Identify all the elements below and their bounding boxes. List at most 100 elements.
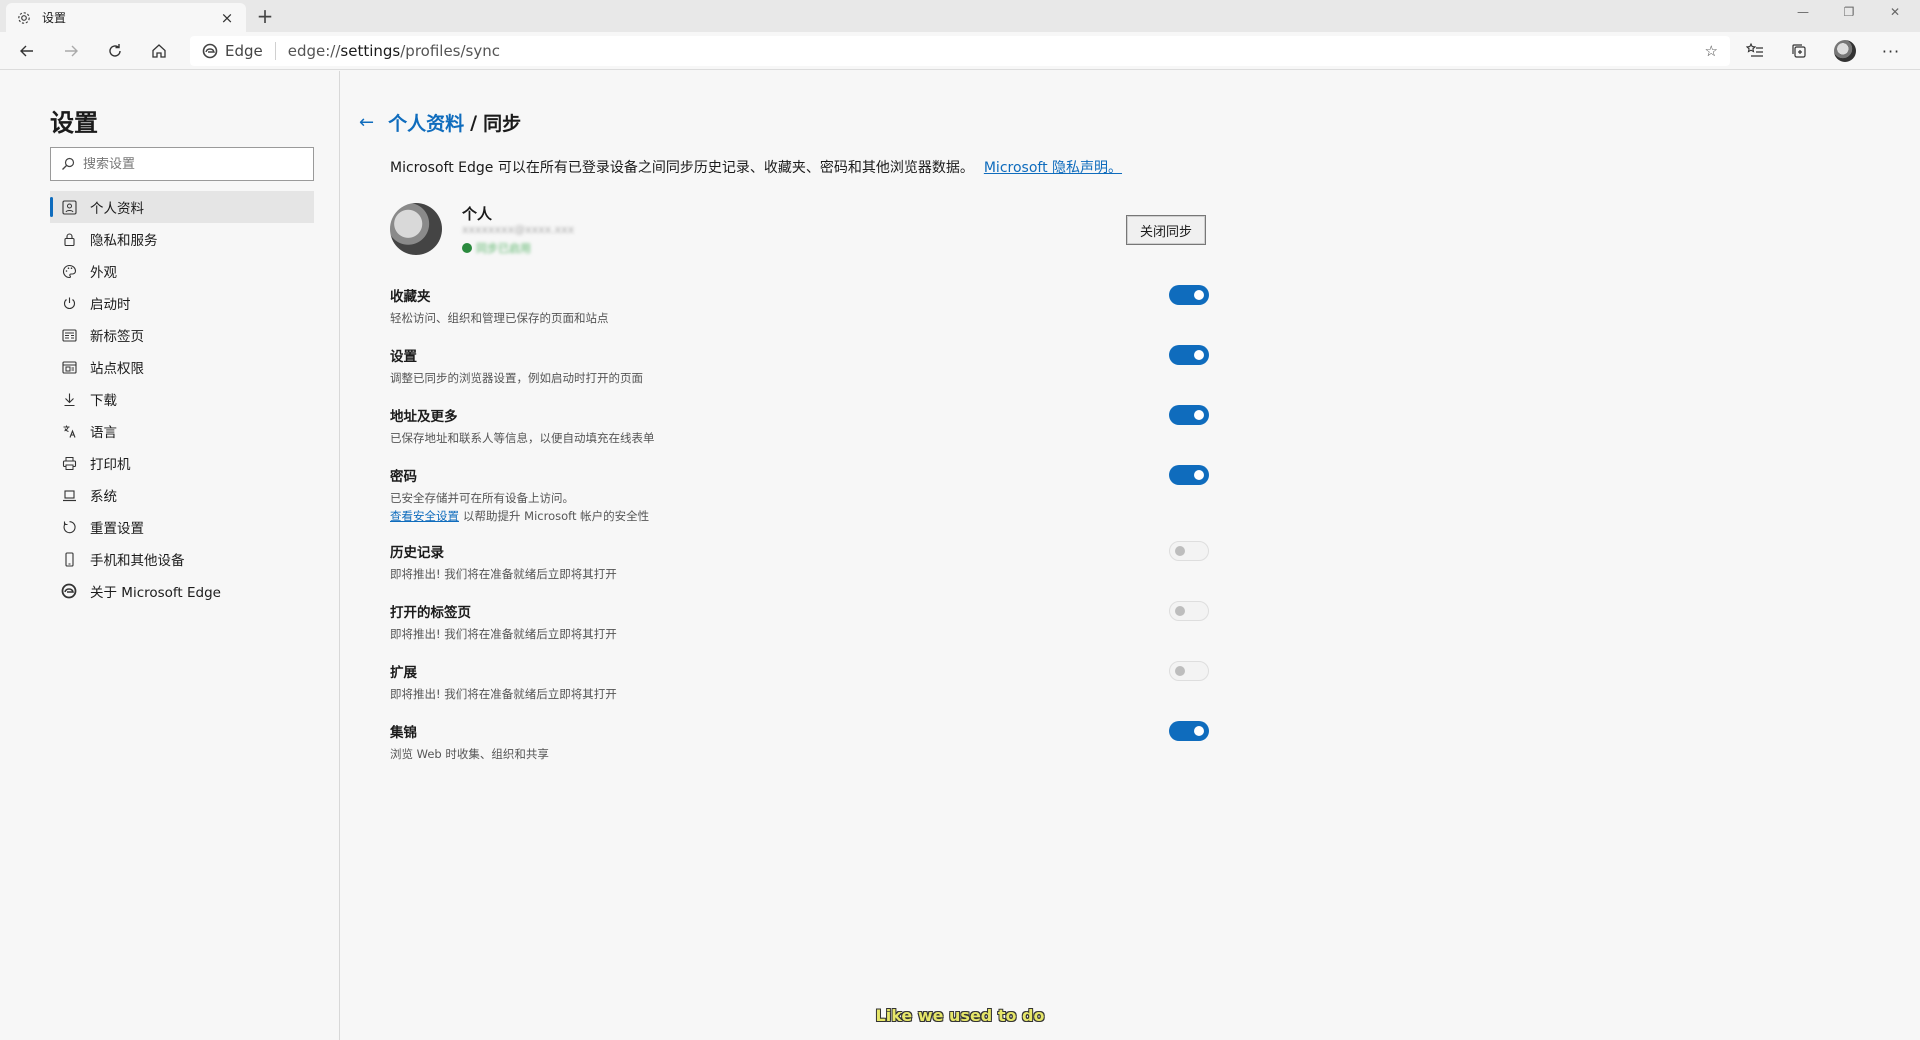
- collections-toggle[interactable]: [1169, 721, 1209, 741]
- back-arrow-icon[interactable]: ←: [359, 112, 374, 133]
- sidebar-item-label: 外观: [90, 265, 117, 281]
- sidebar-item-reset[interactable]: 重置设置: [50, 511, 314, 543]
- arrow-right-icon: [65, 45, 78, 57]
- security-settings-link[interactable]: 查看安全设置: [390, 509, 459, 523]
- sync-row-title: 收藏夹: [390, 289, 431, 305]
- profile-card: 个人 xxxxxxxx@xxxx.xxx 同步已启用 关闭同步: [390, 203, 1220, 263]
- settings-toggle[interactable]: [1169, 345, 1209, 365]
- sidebar-item-label: 下载: [90, 393, 117, 409]
- sync-row-desc: 即将推出! 我们将在准备就绪后立即将其打开: [390, 567, 617, 581]
- sync-row-desc: 即将推出! 我们将在准备就绪后立即将其打开: [390, 687, 617, 701]
- sync-row-desc: 轻松访问、组织和管理已保存的页面和站点: [390, 311, 609, 325]
- gear-icon: [18, 11, 30, 24]
- settings-sidebar: 设置 个人资料 隐私和服务 外观 启动时 新标签页 站点权限: [0, 71, 340, 1040]
- addresses-toggle[interactable]: [1169, 405, 1209, 425]
- profile-email: xxxxxxxx@xxxx.xxx: [462, 223, 575, 236]
- sync-row-title: 扩展: [390, 665, 417, 681]
- new-tab-button[interactable]: +: [252, 4, 278, 28]
- restore-icon[interactable]: ❐: [1826, 0, 1872, 24]
- sidebar-item-system[interactable]: 系统: [50, 479, 314, 511]
- sidebar-item-downloads[interactable]: 下载: [50, 383, 314, 415]
- sync-status-text: 同步已启用: [476, 242, 531, 255]
- sidebar-item-label: 隐私和服务: [90, 233, 158, 249]
- sync-row-passwords: 密码 已安全存储并可在所有设备上访问。 查看安全设置 以帮助提升 Microsof…: [390, 465, 1220, 524]
- browser-toolbar: Edge edge://settings/profiles/sync ☆ ···: [0, 32, 1920, 70]
- extensions-toggle[interactable]: [1169, 661, 1209, 681]
- sidebar-title: 设置: [50, 109, 98, 137]
- home-button[interactable]: [144, 37, 174, 65]
- sync-row-addresses: 地址及更多 已保存地址和联系人等信息，以便自动填充在线表单: [390, 405, 1220, 446]
- sidebar-item-label: 打印机: [90, 457, 131, 473]
- sidebar-item-label: 站点权限: [90, 361, 144, 377]
- sidebar-item-label: 语言: [90, 425, 117, 441]
- favorites-button[interactable]: [1740, 37, 1770, 65]
- page-title: 同步: [483, 113, 522, 135]
- phone-icon: [60, 550, 78, 568]
- sidebar-item-label: 重置设置: [90, 521, 144, 537]
- profile-icon: [60, 198, 78, 216]
- sync-row-open-tabs: 打开的标签页 即将推出! 我们将在准备就绪后立即将其打开: [390, 601, 1220, 642]
- title-bar: 设置 × + — ❐ ✕: [0, 0, 1920, 32]
- edge-site-chip[interactable]: Edge: [202, 42, 276, 60]
- search-box[interactable]: [50, 147, 314, 181]
- sidebar-item-languages[interactable]: 语言: [50, 415, 314, 447]
- sidebar-item-appearance[interactable]: 外观: [50, 255, 314, 287]
- collections-button[interactable]: [1784, 37, 1814, 65]
- sidebar-item-site-permissions[interactable]: 站点权限: [50, 351, 314, 383]
- open-tabs-toggle[interactable]: [1169, 601, 1209, 621]
- home-icon: [152, 44, 166, 58]
- sidebar-item-about[interactable]: 关于 Microsoft Edge: [50, 575, 314, 607]
- minimize-icon[interactable]: —: [1780, 0, 1826, 24]
- url-text[interactable]: edge://settings/profiles/sync: [288, 42, 500, 60]
- profile-avatar-button[interactable]: [1830, 37, 1860, 65]
- favorite-star-icon[interactable]: ☆: [1705, 42, 1718, 60]
- sync-row-title: 历史记录: [390, 545, 444, 561]
- reset-icon: [60, 518, 78, 536]
- settings-main: ← 个人资料 / 同步 Microsoft Edge 可以在所有已登录设备之间同…: [341, 71, 1920, 1040]
- sync-intro: Microsoft Edge 可以在所有已登录设备之间同步历史记录、收藏夹、密码…: [390, 157, 1122, 177]
- sidebar-item-label: 启动时: [90, 297, 131, 313]
- turn-off-sync-button[interactable]: 关闭同步: [1126, 215, 1206, 245]
- breadcrumb: ← 个人资料 / 同步: [359, 109, 521, 136]
- close-window-icon[interactable]: ✕: [1872, 0, 1918, 24]
- sync-row-desc: 即将推出! 我们将在准备就绪后立即将其打开: [390, 627, 617, 641]
- sync-row-desc-secondary: 查看安全设置 以帮助提升 Microsoft 帐户的安全性: [390, 509, 650, 523]
- sync-row-settings: 设置 调整已同步的浏览器设置，例如启动时打开的页面: [390, 345, 1220, 386]
- passwords-toggle[interactable]: [1169, 465, 1209, 485]
- download-icon: [60, 390, 78, 408]
- sidebar-item-devices[interactable]: 手机和其他设备: [50, 543, 314, 575]
- more-menu-button[interactable]: ···: [1876, 37, 1906, 65]
- sidebar-item-startup[interactable]: 启动时: [50, 287, 314, 319]
- edge-label: Edge: [225, 42, 263, 60]
- back-button[interactable]: [12, 37, 42, 65]
- favorites-toggle[interactable]: [1169, 285, 1209, 305]
- profile-name: 个人: [462, 205, 493, 223]
- sidebar-item-newtab[interactable]: 新标签页: [50, 319, 314, 351]
- sidebar-item-label: 新标签页: [90, 329, 144, 345]
- avatar: [390, 203, 442, 255]
- sync-row-title: 密码: [390, 469, 417, 485]
- privacy-statement-link[interactable]: Microsoft 隐私声明。: [984, 160, 1122, 176]
- lock-icon: [60, 230, 78, 248]
- sidebar-item-profile[interactable]: 个人资料: [50, 191, 314, 223]
- breadcrumb-profile-link[interactable]: 个人资料: [388, 109, 464, 136]
- sidebar-item-printers[interactable]: 打印机: [50, 447, 314, 479]
- refresh-button[interactable]: [100, 37, 130, 65]
- sync-row-desc: 浏览 Web 时收集、组织和共享: [390, 747, 549, 761]
- video-caption: Like we used to do: [875, 1006, 1045, 1025]
- forward-button[interactable]: [56, 37, 86, 65]
- browser-tab-settings[interactable]: 设置 ×: [6, 3, 246, 32]
- sync-row-title: 设置: [390, 349, 417, 365]
- sync-status: 同步已启用: [462, 240, 531, 256]
- history-toggle[interactable]: [1169, 541, 1209, 561]
- sidebar-item-label: 关于 Microsoft Edge: [90, 585, 221, 601]
- sync-row-favorites: 收藏夹 轻松访问、组织和管理已保存的页面和站点: [390, 285, 1220, 326]
- edge-logo-icon: [60, 582, 78, 600]
- address-bar[interactable]: Edge edge://settings/profiles/sync ☆: [190, 36, 1730, 66]
- sidebar-item-privacy[interactable]: 隐私和服务: [50, 223, 314, 255]
- edge-logo-icon: [202, 43, 218, 59]
- search-input[interactable]: [83, 156, 303, 172]
- newtab-icon: [60, 326, 78, 344]
- sync-row-title: 地址及更多: [390, 409, 458, 425]
- tab-close-icon[interactable]: ×: [218, 9, 236, 27]
